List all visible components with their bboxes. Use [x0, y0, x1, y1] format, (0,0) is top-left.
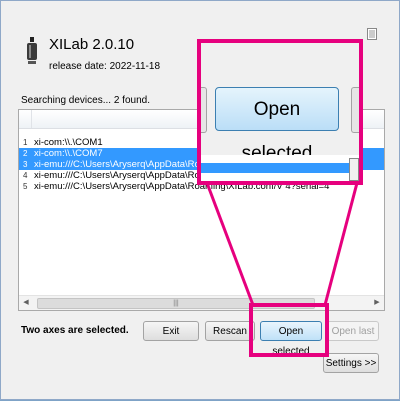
device-address: xi-emu:///C:\Users\Aryserq\AppData\Roami…: [34, 181, 330, 192]
device-address: xi-com:\\.\COM1: [34, 137, 103, 148]
row-number: 1: [23, 138, 28, 147]
release-date: release date: 2022-11-18: [49, 61, 161, 72]
document-icon[interactable]: [367, 28, 377, 40]
row-number: 4: [23, 171, 28, 180]
open-last-button[interactable]: Open last: [327, 321, 379, 341]
zoom-callout: Open selected: [201, 43, 359, 181]
device-selection-window: XILab 2.0.10 release date: 2022-11-18 Se…: [0, 0, 400, 400]
open-selected-button[interactable]: Open selected: [260, 321, 322, 357]
zoom-neighbor-button: [201, 87, 207, 133]
rescan-button[interactable]: Rescan: [205, 321, 255, 341]
row-number: 3: [23, 160, 28, 169]
row-number: 5: [23, 182, 28, 191]
zoom-open-selected-button: Open selected: [215, 87, 339, 164]
row-number: 2: [23, 149, 28, 158]
search-status: Searching devices... 2 found.: [21, 95, 150, 106]
horizontal-scrollbar[interactable]: ◀ ||| ▶: [19, 295, 384, 310]
zoom-frame: [349, 158, 359, 181]
scroll-right-icon[interactable]: ▶: [370, 296, 384, 310]
zoom-list-strip: [201, 155, 359, 181]
zoom-selected-row: [201, 163, 349, 173]
scroll-thumb[interactable]: |||: [37, 298, 315, 309]
zoom-neighbor-button: [351, 87, 359, 133]
settings-button[interactable]: Settings >>: [323, 353, 379, 373]
device-row[interactable]: 5 xi-emu:///C:\Users\Aryserq\AppData\Roam…: [19, 181, 384, 192]
scroll-left-icon[interactable]: ◀: [19, 296, 33, 310]
axes-selected-message: Two axes are selected.: [21, 325, 129, 336]
device-address: xi-com:\\.\COM7: [34, 148, 103, 159]
xilab-logo-icon: [27, 37, 37, 64]
exit-button[interactable]: Exit: [143, 321, 199, 341]
app-title: XILab 2.0.10: [49, 36, 135, 53]
